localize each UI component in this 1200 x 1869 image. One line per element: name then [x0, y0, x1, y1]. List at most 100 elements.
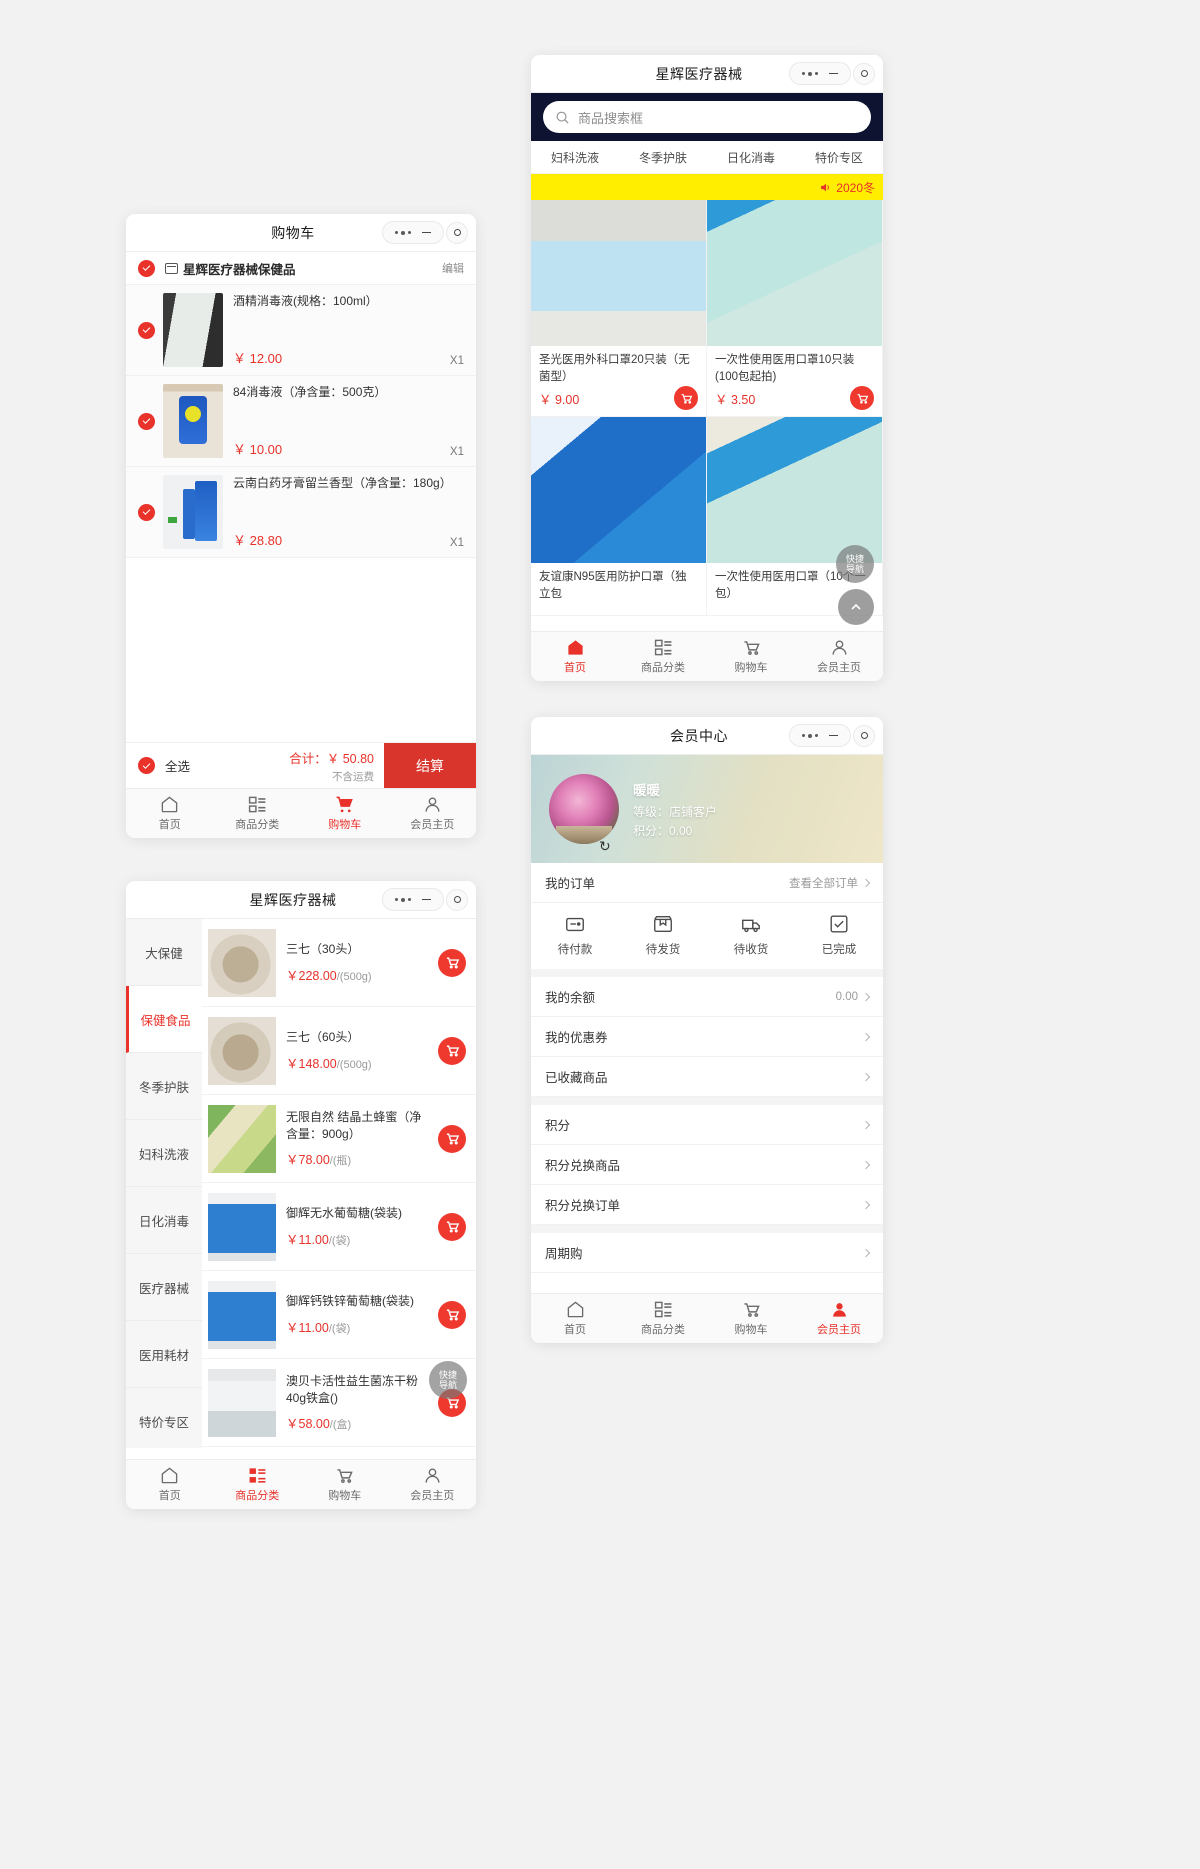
add-to-cart-button[interactable]	[438, 1212, 466, 1241]
capsule-close-button[interactable]	[853, 724, 875, 747]
product-row[interactable]: 三七（60头） ￥148.00/(500g)	[202, 1007, 476, 1095]
refresh-icon[interactable]: ↻	[599, 838, 611, 855]
truck-icon	[742, 919, 760, 933]
item-checkbox[interactable]	[138, 503, 155, 521]
user-icon	[425, 1468, 440, 1483]
avatar[interactable]	[549, 774, 619, 844]
home-category-0[interactable]: 妇科洗液	[531, 149, 619, 166]
add-to-cart-button[interactable]	[438, 1124, 466, 1153]
my-orders-row[interactable]: 我的订单 查看全部订单	[531, 863, 883, 903]
cart-edit-button[interactable]: 编辑	[442, 260, 464, 276]
member-row-points[interactable]: 积分	[531, 1105, 883, 1145]
member-row-favorites[interactable]: 已收藏商品	[531, 1057, 883, 1097]
add-to-cart-button[interactable]	[438, 1036, 466, 1065]
quick-nav-button[interactable]: 快捷 导航	[836, 545, 874, 583]
home-icon	[161, 796, 178, 813]
tab-member[interactable]: 会员主页	[389, 789, 477, 838]
member-row-points-orders[interactable]: 积分兑换订单	[531, 1185, 883, 1225]
order-status-completed[interactable]: 已完成	[795, 913, 883, 957]
tab-home[interactable]: 首页	[126, 789, 214, 838]
member-tabbar: 首页 商品分类 购物车 会员主页	[531, 1293, 883, 1343]
add-to-cart-button[interactable]	[438, 1300, 466, 1329]
member-row-coupons[interactable]: 我的优惠券	[531, 1017, 883, 1057]
product-row[interactable]: 无限自然 结晶土蜂蜜（净含量：900g） ￥78.00/(瓶)	[202, 1095, 476, 1183]
checkout-button[interactable]: 结算	[384, 743, 476, 788]
tab-home[interactable]: 首页	[126, 1460, 214, 1509]
item-checkbox[interactable]	[138, 412, 155, 430]
order-status-pending-payment[interactable]: 待付款	[531, 913, 619, 957]
home-category-1[interactable]: 冬季护肤	[619, 149, 707, 166]
cart-row[interactable]: 云南白药牙膏留兰香型（净含量：180g） ￥ 28.80 X1	[126, 467, 476, 558]
tab-cart[interactable]: 购物车	[707, 632, 795, 681]
tab-member[interactable]: 会员主页	[795, 632, 883, 681]
cart-row[interactable]: 酒精消毒液(规格：100ml） ￥ 12.00 X1	[126, 285, 476, 376]
sidebar-item-5[interactable]: 医疗器械	[126, 1254, 202, 1321]
sidebar-item-0[interactable]: 大保健	[126, 919, 202, 986]
sidebar-item-6[interactable]: 医用耗材	[126, 1321, 202, 1388]
order-status-pending-receipt[interactable]: 待收货	[707, 913, 795, 957]
wechat-capsule[interactable]	[382, 221, 468, 244]
back-to-top-button[interactable]	[838, 589, 874, 625]
tab-cart[interactable]: 购物车	[707, 1294, 795, 1343]
tab-member[interactable]: 会员主页	[795, 1294, 883, 1343]
capsule-menu-button[interactable]	[789, 724, 851, 747]
tab-cart[interactable]: 购物车	[301, 1460, 389, 1509]
tab-category[interactable]: 商品分类	[619, 632, 707, 681]
quick-nav-button[interactable]: 快捷 导航	[429, 1361, 467, 1399]
tab-home[interactable]: 首页	[531, 1294, 619, 1343]
capsule-close-button[interactable]	[446, 888, 468, 911]
home-category-2[interactable]: 日化消毒	[707, 149, 795, 166]
sidebar-item-1[interactable]: 保健食品	[126, 986, 202, 1053]
goods-card[interactable]: 友谊康N95医用防护口罩（独立包	[531, 417, 707, 616]
product-image	[208, 1192, 276, 1261]
capsule-close-button[interactable]	[446, 221, 468, 244]
capsule-menu-button[interactable]	[382, 888, 444, 911]
sidebar-item-4[interactable]: 日化消毒	[126, 1187, 202, 1254]
cart-row[interactable]: 84消毒液（净含量：500克） ￥ 10.00 X1	[126, 376, 476, 467]
goods-card[interactable]: 圣光医用外科口罩20只装（无菌型） ￥ 9.00	[531, 200, 707, 418]
member-row-points-goods[interactable]: 积分兑换商品	[531, 1145, 883, 1185]
item-price: ￥ 12.00	[233, 351, 283, 366]
grid-list-icon	[654, 1301, 671, 1318]
wechat-capsule[interactable]	[789, 62, 875, 85]
minimize-icon	[828, 72, 838, 75]
product-row[interactable]: 御辉无水葡萄糖(袋装) ￥11.00/(袋)	[202, 1183, 476, 1271]
select-all-checkbox[interactable]	[138, 757, 155, 774]
capsule-menu-button[interactable]	[789, 62, 851, 85]
tab-category[interactable]: 商品分类	[214, 789, 302, 838]
goods-card[interactable]: 一次性使用医用口罩10只装(100包起拍) ￥ 3.50	[707, 200, 883, 418]
shop-checkbox[interactable]	[138, 259, 155, 277]
tab-home[interactable]: 首页	[531, 632, 619, 681]
add-to-cart-button[interactable]	[438, 948, 466, 977]
product-row[interactable]: 三七（30头） ￥228.00/(500g)	[202, 919, 476, 1007]
wechat-capsule[interactable]	[789, 724, 875, 747]
notice-banner[interactable]: 2020冬	[531, 174, 883, 200]
select-all-area[interactable]: 全选	[126, 743, 289, 788]
product-unit: /(瓶)	[329, 1155, 352, 1168]
sidebar-item-2[interactable]: 冬季护肤	[126, 1053, 202, 1120]
goods-image	[531, 200, 706, 346]
home-category-3[interactable]: 特价专区	[795, 149, 883, 166]
goods-card[interactable]: 一次性使用医用口罩（10个一包）	[707, 417, 883, 616]
member-row-subscription[interactable]: 周期购	[531, 1233, 883, 1273]
member-row-balance[interactable]: 我的余额 0.00	[531, 977, 883, 1017]
tab-category[interactable]: 商品分类	[619, 1294, 707, 1343]
tab-cart[interactable]: 购物车	[301, 789, 389, 838]
search-input[interactable]: 商品搜索框	[543, 101, 871, 133]
notice-text: 2020冬	[836, 180, 875, 195]
tab-label: 会员主页	[410, 1490, 455, 1502]
view-all-orders-link[interactable]: 查看全部订单	[789, 875, 858, 891]
capsule-close-button[interactable]	[853, 62, 875, 85]
tab-label: 商品分类	[235, 1490, 280, 1502]
tab-category[interactable]: 商品分类	[214, 1460, 302, 1509]
cart-shop-header[interactable]: 星辉医疗器械保健品 编辑	[126, 252, 476, 285]
wechat-capsule[interactable]	[382, 888, 468, 911]
row-label: 积分兑换商品	[545, 1159, 621, 1173]
product-row[interactable]: 御辉钙铁锌葡萄糖(袋装) ￥11.00/(袋)	[202, 1271, 476, 1359]
item-checkbox[interactable]	[138, 321, 155, 339]
tab-member[interactable]: 会员主页	[389, 1460, 477, 1509]
order-status-pending-shipment[interactable]: 待发货	[619, 913, 707, 957]
sidebar-item-7[interactable]: 特价专区	[126, 1388, 202, 1448]
capsule-menu-button[interactable]	[382, 221, 444, 244]
sidebar-item-3[interactable]: 妇科洗液	[126, 1120, 202, 1187]
